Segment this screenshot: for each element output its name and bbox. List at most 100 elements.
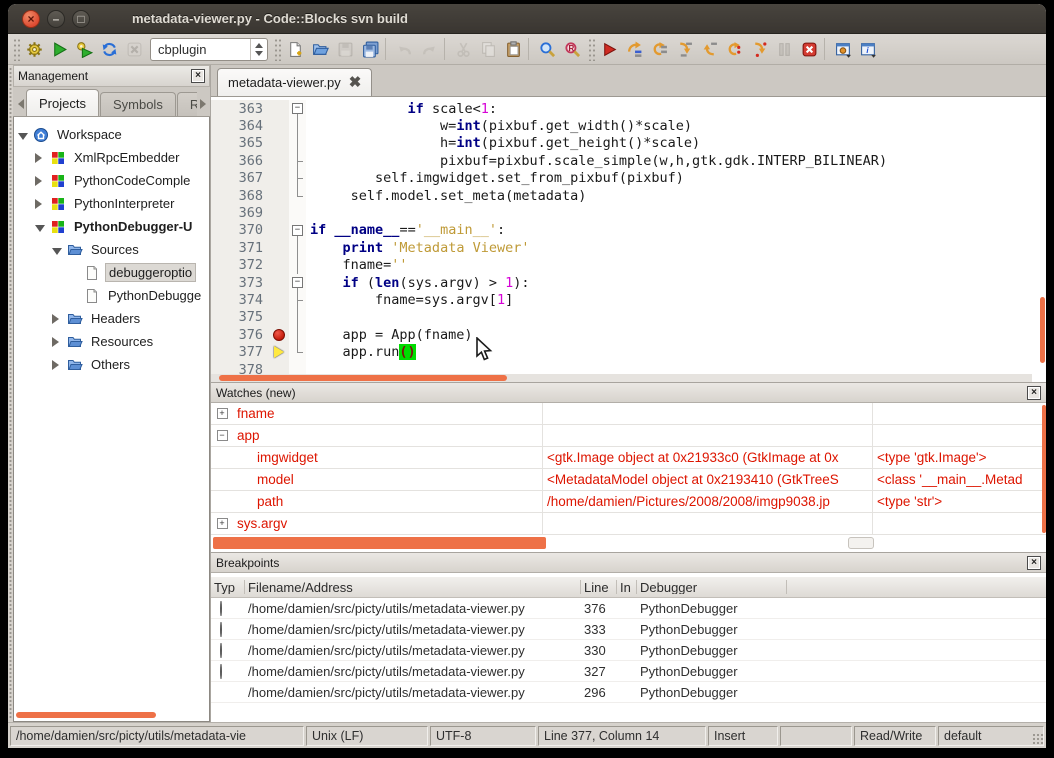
expand-toggle-icon[interactable] — [52, 360, 62, 370]
line-number[interactable]: 363 — [211, 100, 269, 117]
build-and-run-button[interactable] — [72, 37, 97, 62]
tree-item-debuggeroptio[interactable]: debuggeroptio — [14, 261, 209, 284]
fold-margin[interactable] — [289, 291, 306, 308]
save-all-button[interactable] — [358, 37, 383, 62]
fold-collapse-icon[interactable]: − — [292, 277, 303, 288]
line-number[interactable]: 377 — [211, 343, 269, 360]
expand-toggle-icon[interactable] — [52, 337, 62, 347]
fold-margin[interactable] — [289, 343, 306, 360]
fold-collapse-icon[interactable]: − — [292, 103, 303, 114]
tab-close-icon[interactable]: ✖ — [349, 75, 362, 90]
next-line-button[interactable] — [647, 37, 672, 62]
find-button[interactable] — [535, 37, 560, 62]
line-number[interactable]: 375 — [211, 309, 269, 326]
expand-toggle-icon[interactable] — [35, 199, 45, 209]
code-line[interactable]: 363− if scale<1: — [211, 100, 1046, 117]
breakpoint-row-line-327[interactable]: /home/damien/src/picty/utils/metadata-vi… — [211, 661, 1046, 682]
marker-margin[interactable] — [269, 274, 289, 291]
breakpoint-row-line-376[interactable]: /home/damien/src/picty/utils/metadata-vi… — [211, 598, 1046, 619]
marker-margin[interactable] — [269, 309, 289, 326]
next-instruction-button[interactable] — [722, 37, 747, 62]
pause-button[interactable] — [772, 37, 797, 62]
tree-item-sources[interactable]: Sources — [14, 238, 209, 261]
watches-close-icon[interactable]: × — [1027, 386, 1041, 400]
marker-margin[interactable] — [269, 326, 289, 343]
line-number[interactable]: 376 — [211, 326, 269, 343]
marker-margin[interactable] — [269, 152, 289, 169]
tabs-scroll-right[interactable] — [197, 94, 208, 114]
line-number[interactable]: 372 — [211, 257, 269, 274]
tree-horizontal-scrollbar[interactable] — [16, 712, 156, 718]
expand-toggle-icon[interactable] — [35, 153, 45, 163]
various-info-button[interactable]: i — [856, 37, 881, 62]
expand-toggle-icon[interactable] — [35, 176, 45, 186]
editor-horizontal-scrollbar[interactable] — [211, 374, 1032, 382]
rebuild-button[interactable] — [97, 37, 122, 62]
tree-item-others[interactable]: Others — [14, 353, 209, 376]
code-line[interactable]: 371 print 'Metadata Viewer' — [211, 239, 1046, 256]
step-into-button[interactable] — [672, 37, 697, 62]
watches-scroll-thumb[interactable] — [848, 537, 874, 549]
watch-row-imgwidget[interactable]: imgwidget<gtk.Image object at 0x21933c0 … — [211, 447, 1046, 469]
line-number[interactable]: 371 — [211, 239, 269, 256]
marker-margin[interactable] — [269, 239, 289, 256]
minimize-button[interactable]: – — [47, 10, 65, 28]
maximize-button[interactable]: □ — [72, 10, 90, 28]
line-number[interactable]: 370 — [211, 222, 269, 239]
column-header-debugger[interactable]: Debugger — [637, 580, 787, 594]
tree-item-pythoncodecomple[interactable]: PythonCodeComple — [14, 169, 209, 192]
line-number[interactable]: 369 — [211, 204, 269, 221]
code-line[interactable]: 367 self.imgwidget.set_from_pixbuf(pixbu… — [211, 170, 1046, 187]
line-number[interactable]: 374 — [211, 291, 269, 308]
code-line[interactable]: 370−if __name__=='__main__': — [211, 222, 1046, 239]
marker-margin[interactable] — [269, 100, 289, 117]
marker-margin[interactable] — [269, 291, 289, 308]
watches-horizontal-scrollbar[interactable] — [213, 537, 546, 549]
tree-item-headers[interactable]: Headers — [14, 307, 209, 330]
fold-margin[interactable]: − — [289, 274, 306, 291]
code-editor[interactable]: 363− if scale<1:364 w=int(pixbuf.get_wid… — [211, 97, 1046, 382]
marker-margin[interactable] — [269, 204, 289, 221]
column-header-in[interactable]: In — [617, 580, 637, 594]
breakpoint-row-line-330[interactable]: /home/damien/src/picty/utils/metadata-vi… — [211, 640, 1046, 661]
save-button[interactable] — [333, 37, 358, 62]
code-line[interactable]: 364 w=int(pixbuf.get_width()*scale) — [211, 117, 1046, 134]
combo-spinner[interactable] — [250, 39, 267, 60]
column-header-blank[interactable] — [787, 580, 1046, 594]
copy-button[interactable] — [476, 37, 501, 62]
tab-re[interactable]: Re — [177, 92, 197, 116]
tree-item-pythondebugger-u[interactable]: PythonDebugger-U — [14, 215, 209, 238]
watch-row-model[interactable]: model<MetadataModel object at 0x2193410 … — [211, 469, 1046, 491]
fold-margin[interactable]: − — [289, 222, 306, 239]
marker-margin[interactable] — [269, 117, 289, 134]
watch-row-path[interactable]: path/home/damien/Pictures/2008/2008/imgp… — [211, 491, 1046, 513]
fold-margin[interactable] — [289, 135, 306, 152]
expand-toggle-icon[interactable] — [52, 314, 62, 324]
run-to-cursor-button[interactable] — [622, 37, 647, 62]
marker-margin[interactable] — [269, 187, 289, 204]
watch-row-sys-argv[interactable]: +sys.argv — [211, 513, 1046, 535]
fold-collapse-icon[interactable]: − — [292, 225, 303, 236]
fold-margin[interactable] — [289, 326, 306, 343]
titlebar[interactable]: × – □ metadata-viewer.py - Code::Blocks … — [8, 4, 1046, 34]
step-into-instruction-button[interactable] — [747, 37, 772, 62]
build-target-combo[interactable]: cbplugin — [150, 38, 268, 61]
column-header-typ[interactable]: Typ — [211, 580, 245, 594]
tree-item-resources[interactable]: Resources — [14, 330, 209, 353]
code-line[interactable]: 365 h=int(pixbuf.get_height()*scale) — [211, 135, 1046, 152]
cut-button[interactable] — [451, 37, 476, 62]
scrollbar-thumb[interactable] — [219, 375, 507, 381]
code-line[interactable]: 366 pixbuf=pixbuf.scale_simple(w,h,gtk.g… — [211, 152, 1046, 169]
paste-button[interactable] — [501, 37, 526, 62]
line-number[interactable]: 373 — [211, 274, 269, 291]
fold-margin[interactable] — [289, 257, 306, 274]
collapse-icon[interactable]: − — [217, 430, 228, 441]
line-number[interactable]: 364 — [211, 117, 269, 134]
code-line[interactable]: 375 — [211, 309, 1046, 326]
fold-margin[interactable]: − — [289, 100, 306, 117]
resize-grip[interactable] — [1032, 733, 1044, 745]
line-number[interactable]: 366 — [211, 152, 269, 169]
tree-item-workspace[interactable]: Workspace — [14, 123, 209, 146]
abort-button[interactable] — [122, 37, 147, 62]
editor-tab[interactable]: metadata-viewer.py ✖ — [217, 68, 372, 96]
